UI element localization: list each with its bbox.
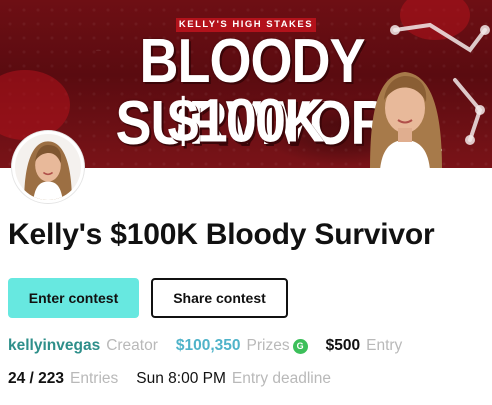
prize-label: Prizes <box>246 337 290 354</box>
creator-label: Creator <box>106 337 158 354</box>
prize-amount: $100,350 <box>175 337 241 354</box>
creator-avatar[interactable] <box>12 131 84 203</box>
contest-details-row: kellyinvegas Creator $100,350 Prizes G $… <box>8 337 402 355</box>
creator-link[interactable]: kellyinvegas <box>8 337 100 355</box>
entries-count: 24 / 223 <box>8 370 65 387</box>
banner-amount: $100K <box>167 85 324 155</box>
deadline-time: Sun 8:00 PM <box>136 370 226 387</box>
contest-status-row: 24 / 223 Entries Sun 8:00 PM Entry deadl… <box>8 370 331 388</box>
entries-label: Entries <box>70 370 119 387</box>
host-photo <box>370 72 442 168</box>
entry-fee: $500 <box>325 337 361 354</box>
share-contest-button[interactable]: Share contest <box>151 278 288 318</box>
enter-contest-button[interactable]: Enter contest <box>8 278 139 318</box>
avatar-image <box>15 134 81 200</box>
deadline-label: Entry deadline <box>231 370 331 387</box>
entry-label: Entry <box>366 337 403 354</box>
contest-title: Kelly's $100K Bloody Survivor <box>8 218 435 251</box>
guaranteed-badge-icon: G <box>292 338 308 354</box>
